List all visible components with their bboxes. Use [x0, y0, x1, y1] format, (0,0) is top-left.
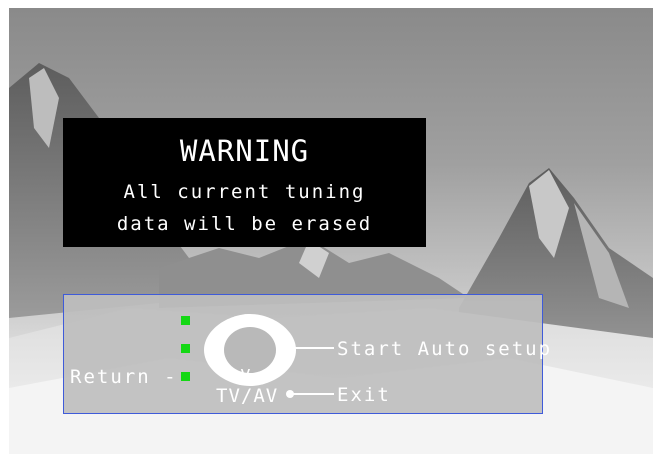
led-indicator-icon	[181, 316, 190, 325]
exit-label: Exit	[337, 384, 391, 406]
led-indicator-icon	[181, 344, 190, 353]
warning-dialog: WARNING All current tuning data will be …	[63, 118, 426, 247]
up-button[interactable]: ^	[240, 312, 251, 332]
warning-message-line-1: All current tuning	[123, 181, 366, 203]
warning-title: WARNING	[179, 134, 310, 168]
tvav-label: TV/AV	[216, 385, 279, 407]
plus-button[interactable]: +	[275, 336, 286, 356]
start-auto-setup-label: Start Auto setup	[337, 338, 553, 360]
down-button[interactable]: v	[240, 364, 251, 384]
return-label: Return -	[70, 366, 178, 388]
minus-button[interactable]: -	[208, 336, 219, 356]
warning-message-line-2: data will be erased	[116, 213, 373, 235]
led-indicator-icon	[181, 372, 190, 381]
